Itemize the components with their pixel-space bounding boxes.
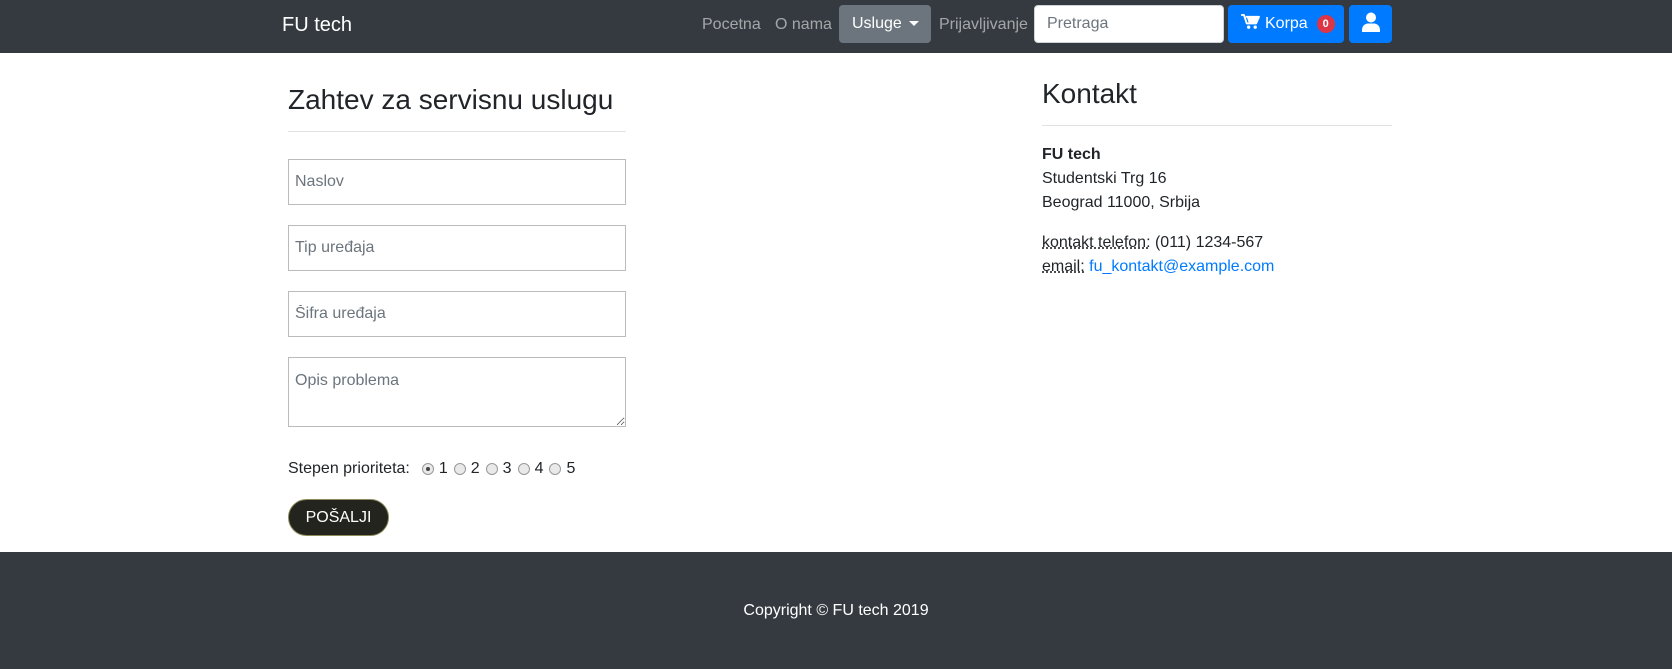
priority-group: Stepen prioriteta: 1 2 3 4 5	[288, 460, 581, 478]
nav-link-o-nama[interactable]: O nama	[775, 16, 832, 34]
cart-icon	[1241, 13, 1260, 35]
contact-company: FU tech	[1042, 146, 1101, 163]
priority-option-label: 4	[534, 460, 544, 477]
form-title: Zahtev za servisnu uslugu	[288, 84, 614, 115]
contact-phone-line: kontakt telefon: (011) 1234-567	[1042, 234, 1263, 252]
priority-option-2[interactable]: 2	[453, 460, 480, 478]
nav-link-pocetna[interactable]: Pocetna	[702, 16, 761, 34]
priority-option-label: 2	[470, 460, 480, 477]
user-icon	[1361, 12, 1380, 37]
footer: Copyright © FU tech 2019	[0, 552, 1672, 669]
sifra-uredjaja-field[interactable]	[288, 291, 626, 337]
cart-label: Korpa	[1265, 15, 1308, 32]
contact-street: Studentski Trg 16	[1042, 170, 1167, 187]
priority-option-4[interactable]: 4	[517, 460, 544, 478]
contact-city: Beograd 11000, Srbija	[1042, 194, 1201, 211]
user-button[interactable]	[1349, 5, 1392, 43]
priority-option-3[interactable]: 3	[485, 460, 512, 478]
priority-radio-2[interactable]	[453, 463, 466, 475]
priority-option-label: 1	[438, 460, 448, 477]
nav-dropdown-usluge[interactable]: Usluge	[839, 5, 931, 43]
email-link[interactable]: fu_kontakt@example.com	[1089, 258, 1274, 275]
priority-option-label: 5	[566, 460, 576, 477]
cart-button[interactable]: Korpa 0	[1228, 5, 1344, 43]
priority-option-5[interactable]: 5	[549, 460, 575, 478]
contact-email-line: email: fu_kontakt@example.com	[1042, 258, 1274, 276]
copyright-text: Copyright © FU tech 2019	[743, 602, 929, 619]
priority-radio-5[interactable]	[549, 463, 562, 475]
submit-button[interactable]: POŠALJI	[288, 499, 389, 536]
contact-divider	[1042, 125, 1392, 126]
email-label: email:	[1042, 258, 1085, 275]
priority-option-label: 3	[502, 460, 512, 477]
tip-uredjaja-field[interactable]	[288, 225, 626, 271]
contact-title: Kontakt	[1042, 78, 1137, 109]
form-divider	[288, 131, 626, 132]
priority-radio-4[interactable]	[517, 463, 530, 475]
phone-label: kontakt telefon:	[1042, 234, 1151, 251]
caret-down-icon	[909, 21, 919, 26]
opis-problema-textarea[interactable]	[288, 357, 626, 427]
navbar: FU tech Pocetna O nama Usluge Prijavljiv…	[0, 0, 1672, 53]
cart-count-badge: 0	[1316, 15, 1335, 33]
priority-option-1[interactable]: 1	[421, 460, 448, 478]
brand-link[interactable]: FU tech	[282, 14, 352, 37]
priority-radio-3[interactable]	[485, 463, 498, 475]
phone-value: (011) 1234-567	[1154, 234, 1264, 251]
naslov-field[interactable]	[288, 159, 626, 205]
nav-dropdown-usluge-label: Usluge	[852, 15, 902, 32]
priority-label: Stepen prioriteta:	[288, 460, 410, 477]
nav-link-prijavljivanje[interactable]: Prijavljivanje	[939, 16, 1028, 34]
search-input[interactable]	[1034, 5, 1224, 43]
priority-radio-1[interactable]	[421, 463, 434, 475]
